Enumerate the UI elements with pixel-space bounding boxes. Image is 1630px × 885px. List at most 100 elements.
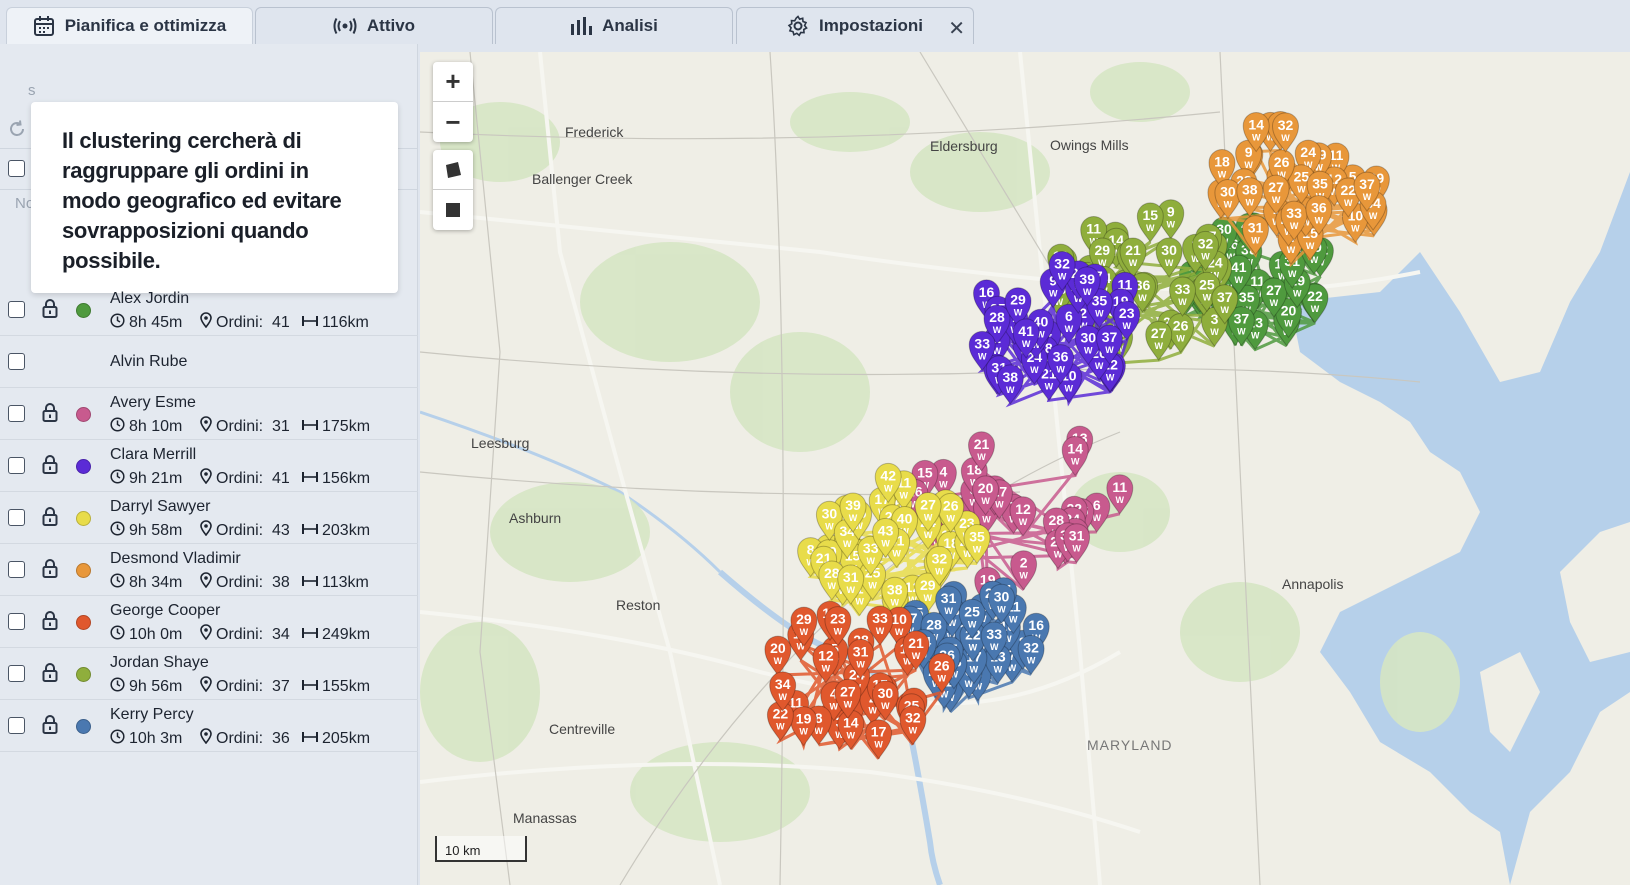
driver-checkbox[interactable] bbox=[8, 405, 25, 422]
driver-list: Alex Jordin 8h 45m Ordini: 41 116km Alvin Ru… bbox=[0, 284, 418, 752]
stop-number: 27 bbox=[1151, 325, 1167, 341]
pin-icon bbox=[200, 520, 212, 541]
stop-number: 32 bbox=[905, 710, 921, 726]
select-all-checkbox[interactable] bbox=[8, 160, 25, 177]
driver-color-dot[interactable] bbox=[76, 511, 91, 526]
stop-suffix: W bbox=[1122, 321, 1131, 331]
tab-analisi[interactable]: Analisi bbox=[495, 7, 733, 44]
driver-name: Jordan Shaye bbox=[110, 654, 209, 671]
stop-suffix: W bbox=[1022, 339, 1031, 349]
stop-marker[interactable]: 14W bbox=[1061, 436, 1089, 477]
zoom-in-button[interactable]: + bbox=[433, 62, 473, 102]
polygon-draw-button[interactable] bbox=[433, 150, 473, 190]
clock-icon bbox=[110, 312, 125, 333]
stop-number: 33 bbox=[1175, 281, 1191, 297]
stop-marker[interactable]: 32W bbox=[899, 705, 927, 746]
driver-color-dot[interactable] bbox=[76, 719, 91, 734]
stop-marker[interactable]: 32W bbox=[1271, 112, 1300, 153]
stop-suffix: W bbox=[1246, 198, 1255, 208]
driver-distance: 175km bbox=[322, 417, 371, 435]
driver-color-dot[interactable] bbox=[76, 615, 91, 630]
driver-checkbox[interactable] bbox=[8, 665, 25, 682]
lock-icon[interactable] bbox=[42, 663, 58, 683]
driver-checkbox[interactable] bbox=[8, 353, 25, 370]
stop-marker[interactable]: 20W bbox=[764, 635, 792, 676]
driver-row[interactable]: Desmond Vladimir 8h 34m Ordini: 38 113km bbox=[0, 544, 418, 596]
lock-icon[interactable] bbox=[42, 299, 58, 319]
stop-marker[interactable]: 17W bbox=[865, 719, 893, 760]
lock-icon[interactable] bbox=[42, 455, 58, 475]
place-label: Annapolis bbox=[1282, 576, 1344, 592]
tab-attivo[interactable]: Attivo bbox=[255, 7, 493, 44]
zoom-out-button[interactable]: − bbox=[433, 102, 473, 142]
place-label: Leesburg bbox=[471, 435, 530, 451]
stop-suffix: W bbox=[1030, 365, 1039, 375]
lock-icon[interactable] bbox=[42, 611, 58, 631]
tab-impostazioni[interactable]: Impostazioni ✕ bbox=[736, 7, 974, 44]
stop-number: 26 bbox=[1274, 154, 1290, 170]
stop-number: 12 bbox=[1015, 501, 1031, 517]
stop-suffix: W bbox=[1045, 381, 1054, 391]
refresh-icon[interactable] bbox=[8, 120, 26, 138]
driver-color-dot[interactable] bbox=[76, 459, 91, 474]
map[interactable]: 1W2W3W4W5W6W7W8W9W10W11W12W13W14W15W16W1… bbox=[420, 52, 1630, 885]
stop-number: 15 bbox=[917, 464, 933, 480]
driver-color-dot[interactable] bbox=[76, 407, 91, 422]
driver-row[interactable]: Alvin Rube bbox=[0, 336, 418, 388]
stop-number: 31 bbox=[1248, 220, 1264, 236]
driver-color-dot[interactable] bbox=[76, 303, 91, 318]
rectangle-draw-button[interactable] bbox=[433, 190, 473, 230]
stop-marker[interactable]: 19W bbox=[790, 706, 818, 747]
tab-label: Attivo bbox=[366, 16, 416, 35]
driver-row[interactable]: Avery Esme 8h 10m Ordini: 31 175km bbox=[0, 388, 418, 440]
lock-icon[interactable] bbox=[42, 507, 58, 527]
stop-number: 35 bbox=[969, 529, 985, 545]
driver-checkbox[interactable] bbox=[8, 561, 25, 578]
driver-checkbox[interactable] bbox=[8, 301, 25, 318]
orders-label: Ordini: bbox=[216, 677, 264, 695]
stop-marker[interactable]: 38W bbox=[996, 364, 1024, 405]
stop-suffix: W bbox=[1146, 223, 1155, 233]
stop-marker[interactable]: 27W bbox=[1145, 320, 1173, 362]
stop-suffix: W bbox=[1065, 324, 1074, 334]
driver-row[interactable]: Darryl Sawyer 9h 58m Ordini: 43 203km bbox=[0, 492, 418, 544]
driver-color-dot[interactable] bbox=[76, 563, 91, 578]
bar-chart-icon bbox=[571, 17, 593, 35]
stop-marker[interactable]: 30W bbox=[1155, 237, 1183, 278]
driver-row[interactable]: Alex Jordin 8h 45m Ordini: 41 116km bbox=[0, 284, 418, 336]
close-icon[interactable]: ✕ bbox=[948, 16, 965, 41]
stop-suffix: W bbox=[1218, 170, 1227, 180]
stop-suffix: W bbox=[1014, 308, 1023, 318]
stop-number: 39 bbox=[1079, 271, 1095, 287]
distance-icon bbox=[302, 522, 318, 540]
lock-icon[interactable] bbox=[42, 715, 58, 735]
stop-suffix: W bbox=[1281, 133, 1290, 143]
stop-suffix: W bbox=[970, 665, 979, 675]
stop-marker[interactable]: 15W bbox=[1136, 202, 1164, 243]
driver-color-dot[interactable] bbox=[76, 667, 91, 682]
driver-name: Clara Merrill bbox=[110, 446, 197, 463]
lock-icon[interactable] bbox=[42, 403, 58, 423]
stop-suffix: W bbox=[856, 659, 865, 669]
driver-row[interactable]: Clara Merrill 9h 21m Ordini: 41 156km bbox=[0, 440, 418, 492]
driver-stats: 10h 3m Ordini: 36 205km bbox=[110, 728, 370, 749]
driver-checkbox[interactable] bbox=[8, 613, 25, 630]
stop-suffix: W bbox=[1049, 288, 1058, 298]
driver-checkbox[interactable] bbox=[8, 717, 25, 734]
stop-suffix: W bbox=[881, 538, 890, 548]
driver-row[interactable]: Kerry Percy 10h 3m Ordini: 36 205km bbox=[0, 700, 418, 752]
stop-number: 15 bbox=[1143, 207, 1159, 223]
driver-checkbox[interactable] bbox=[8, 509, 25, 526]
driver-row[interactable]: George Cooper 10h 0m Ordini: 34 249km bbox=[0, 596, 418, 648]
stop-suffix: W bbox=[844, 699, 853, 709]
driver-distance: 116km bbox=[322, 313, 369, 331]
driver-checkbox[interactable] bbox=[8, 457, 25, 474]
tab-pianifica[interactable]: Pianifica e ottimizza bbox=[6, 7, 253, 44]
driver-row[interactable]: Jordan Shaye 9h 56m Ordini: 37 155km bbox=[0, 648, 418, 700]
stop-suffix: W bbox=[1224, 200, 1233, 210]
stop-number: 27 bbox=[840, 683, 856, 699]
stop-number: 31 bbox=[843, 569, 859, 585]
stop-number: 40 bbox=[897, 511, 913, 527]
lock-icon[interactable] bbox=[42, 559, 58, 579]
place-label: Reston bbox=[616, 597, 661, 613]
